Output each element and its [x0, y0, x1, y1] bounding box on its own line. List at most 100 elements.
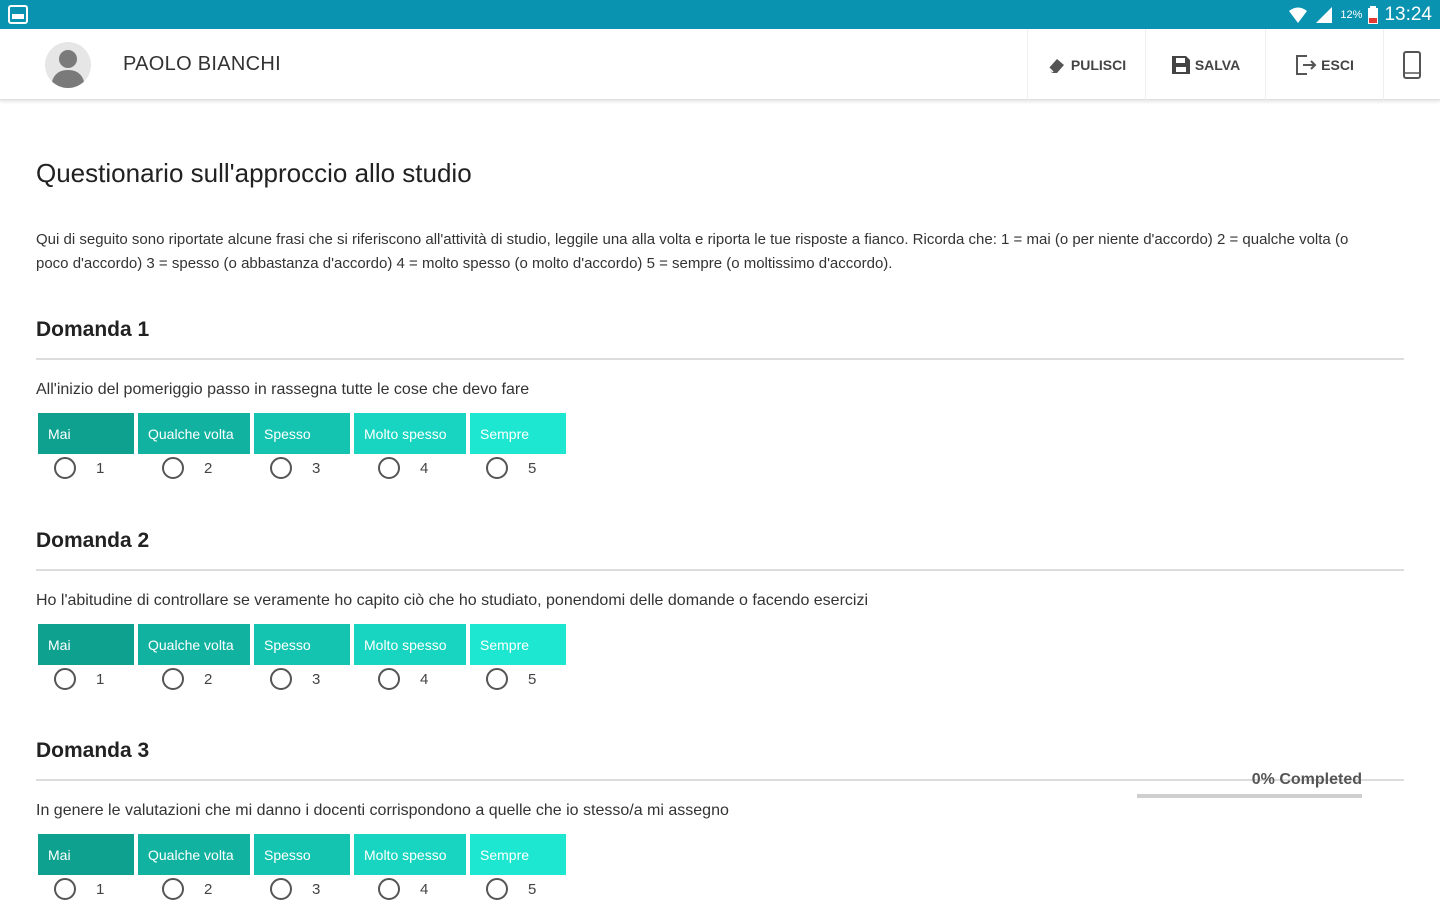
- clear-button[interactable]: PULISCI: [1027, 29, 1145, 100]
- answer-options: 1 2 3 4 5: [54, 457, 594, 487]
- scale-cell-qualche-volta: Qualche volta: [138, 624, 250, 665]
- eraser-icon: [1048, 58, 1064, 73]
- answer-option-2[interactable]: 2: [162, 457, 212, 479]
- scale-cell-spesso: Spesso: [254, 834, 350, 875]
- wifi-icon: [1289, 7, 1308, 23]
- scale-cell-sempre: Sempre: [470, 413, 566, 454]
- tablet-icon: [1403, 50, 1421, 79]
- scale-cell-molto-spesso: Molto spesso: [354, 834, 466, 875]
- radio-button[interactable]: [54, 668, 76, 690]
- answer-options: 1 2 3 4 5: [54, 668, 594, 698]
- answer-option-3[interactable]: 3: [270, 668, 320, 690]
- progress-indicator: 0% Completed: [1137, 770, 1362, 800]
- radio-button[interactable]: [270, 668, 292, 690]
- radio-button[interactable]: [378, 878, 400, 900]
- radio-button[interactable]: [486, 878, 508, 900]
- answer-option-5[interactable]: 5: [486, 457, 536, 479]
- status-bar: 12% 13:24: [0, 0, 1440, 29]
- scale-cell-mai: Mai: [38, 624, 134, 665]
- answer-option-4[interactable]: 4: [378, 668, 428, 690]
- divider: [36, 358, 1404, 360]
- answer-options: 1 2 3 4 5: [54, 878, 594, 900]
- radio-button[interactable]: [486, 457, 508, 479]
- option-label: 5: [528, 880, 537, 898]
- answer-option-4[interactable]: 4: [378, 878, 428, 900]
- question-text: All'inizio del pomeriggio passo in rasse…: [36, 381, 530, 398]
- option-label: 2: [204, 459, 213, 477]
- save-button-label: SALVA: [1194, 56, 1241, 73]
- answer-option-3[interactable]: 3: [270, 878, 320, 900]
- clear-button-label: PULISCI: [1070, 56, 1127, 73]
- answer-option-4[interactable]: 4: [378, 457, 428, 479]
- option-label: 3: [312, 880, 321, 898]
- scale-cell-molto-spesso: Molto spesso: [354, 624, 466, 665]
- user-avatar-icon: [51, 50, 85, 88]
- scale-cell-qualche-volta: Qualche volta: [138, 834, 250, 875]
- question-title: Domanda 3: [36, 739, 150, 762]
- answer-option-2[interactable]: 2: [162, 878, 212, 900]
- radio-button[interactable]: [162, 668, 184, 690]
- answer-option-2[interactable]: 2: [162, 668, 212, 690]
- question-text: In genere le valutazioni che mi danno i …: [36, 802, 729, 819]
- exit-button-label: ESCI: [1321, 56, 1354, 73]
- option-label: 1: [96, 459, 105, 477]
- page-title: Questionario sull'approccio allo studio: [36, 158, 472, 188]
- device-button[interactable]: [1383, 29, 1440, 100]
- question-title: Domanda 1: [36, 318, 150, 341]
- user-name: PAOLO BIANCHI: [123, 53, 282, 75]
- radio-button[interactable]: [270, 457, 292, 479]
- intro-text: Qui di seguito sono riportate alcune fra…: [36, 231, 1349, 272]
- answer-option-1[interactable]: 1: [54, 878, 104, 900]
- option-label: 5: [528, 459, 537, 477]
- question-title: Domanda 2: [36, 529, 150, 552]
- option-label: 1: [96, 670, 105, 688]
- scale-cell-mai: Mai: [38, 834, 134, 875]
- answer-option-3[interactable]: 3: [270, 457, 320, 479]
- answer-scale: Mai Qualche volta Spesso Molto spesso Se…: [38, 413, 570, 454]
- answer-option-1[interactable]: 1: [54, 668, 104, 690]
- clock: 13:24: [1384, 3, 1432, 25]
- scale-cell-mai: Mai: [38, 413, 134, 454]
- signal-icon: [1316, 6, 1333, 23]
- scale-cell-molto-spesso: Molto spesso: [354, 413, 466, 454]
- save-button[interactable]: SALVA: [1145, 29, 1265, 100]
- radio-button[interactable]: [162, 878, 184, 900]
- progress-label: 0% Completed: [1251, 771, 1362, 788]
- battery-icon: [1368, 5, 1379, 24]
- battery-percent: 12%: [1340, 8, 1363, 21]
- gallery-icon: [8, 5, 28, 24]
- answer-scale: Mai Qualche volta Spesso Molto spesso Se…: [38, 834, 570, 875]
- avatar[interactable]: [45, 42, 91, 88]
- option-label: 2: [204, 880, 213, 898]
- scale-cell-sempre: Sempre: [470, 624, 566, 665]
- option-label: 4: [420, 459, 429, 477]
- radio-button[interactable]: [378, 457, 400, 479]
- option-label: 3: [312, 459, 321, 477]
- exit-button[interactable]: ESCI: [1265, 29, 1383, 100]
- progress-bar: [1137, 794, 1362, 798]
- answer-option-1[interactable]: 1: [54, 457, 104, 479]
- divider: [36, 569, 1404, 571]
- option-label: 2: [204, 670, 213, 688]
- scale-cell-sempre: Sempre: [470, 834, 566, 875]
- scale-cell-spesso: Spesso: [254, 413, 350, 454]
- answer-option-5[interactable]: 5: [486, 878, 536, 900]
- radio-button[interactable]: [486, 668, 508, 690]
- floppy-disk-icon: [1171, 55, 1190, 74]
- radio-button[interactable]: [54, 457, 76, 479]
- option-label: 5: [528, 670, 537, 688]
- option-label: 3: [312, 670, 321, 688]
- logout-icon: [1296, 54, 1317, 75]
- radio-button[interactable]: [378, 668, 400, 690]
- option-label: 4: [420, 670, 429, 688]
- scale-cell-spesso: Spesso: [254, 624, 350, 665]
- option-label: 1: [96, 880, 105, 898]
- radio-button[interactable]: [162, 457, 184, 479]
- answer-scale: Mai Qualche volta Spesso Molto spesso Se…: [38, 624, 570, 665]
- app-header: PAOLO BIANCHI PULISCI SALVA ESCI: [0, 29, 1440, 100]
- radio-button[interactable]: [270, 878, 292, 900]
- answer-option-5[interactable]: 5: [486, 668, 536, 690]
- radio-button[interactable]: [54, 878, 76, 900]
- option-label: 4: [420, 880, 429, 898]
- scale-cell-qualche-volta: Qualche volta: [138, 413, 250, 454]
